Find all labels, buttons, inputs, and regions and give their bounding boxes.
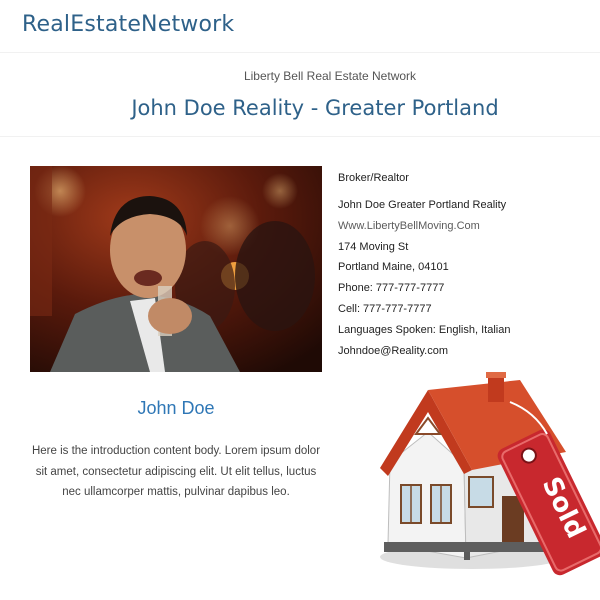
agent-languages: Languages Spoken: English, Italian (338, 323, 511, 336)
agent-photo (30, 166, 322, 372)
agent-website-link[interactable]: Www.LibertyBellMoving.Com (338, 219, 588, 240)
agent-city: Portland Maine, 04101 (338, 261, 449, 274)
agent-email: Johndoe@Reality.com (338, 344, 449, 357)
agent-phone: Phone: 777-777-7777 (338, 282, 445, 295)
agent-contact-info: Broker/Realtor John Doe Greater Portland… (338, 172, 588, 364)
network-name: Liberty Bell Real Estate Network (243, 69, 417, 83)
agent-name: John Doe (137, 398, 215, 418)
sold-house-graphic: Sold (360, 372, 600, 600)
agent-cell: Cell: 777-777-7777 (338, 302, 432, 315)
title-divider (0, 136, 600, 137)
brand-logo[interactable]: RealEstateNetwork (22, 12, 234, 37)
agent-street: 174 Moving St (338, 240, 409, 253)
agent-intro: Here is the introduction content body. L… (31, 445, 321, 498)
agency-title: John Doe Reality - Greater Portland (131, 96, 499, 120)
agent-company: John Doe Greater Portland Reality (338, 199, 507, 211)
header-divider (0, 52, 600, 53)
agent-role: Broker/Realtor (338, 172, 409, 184)
